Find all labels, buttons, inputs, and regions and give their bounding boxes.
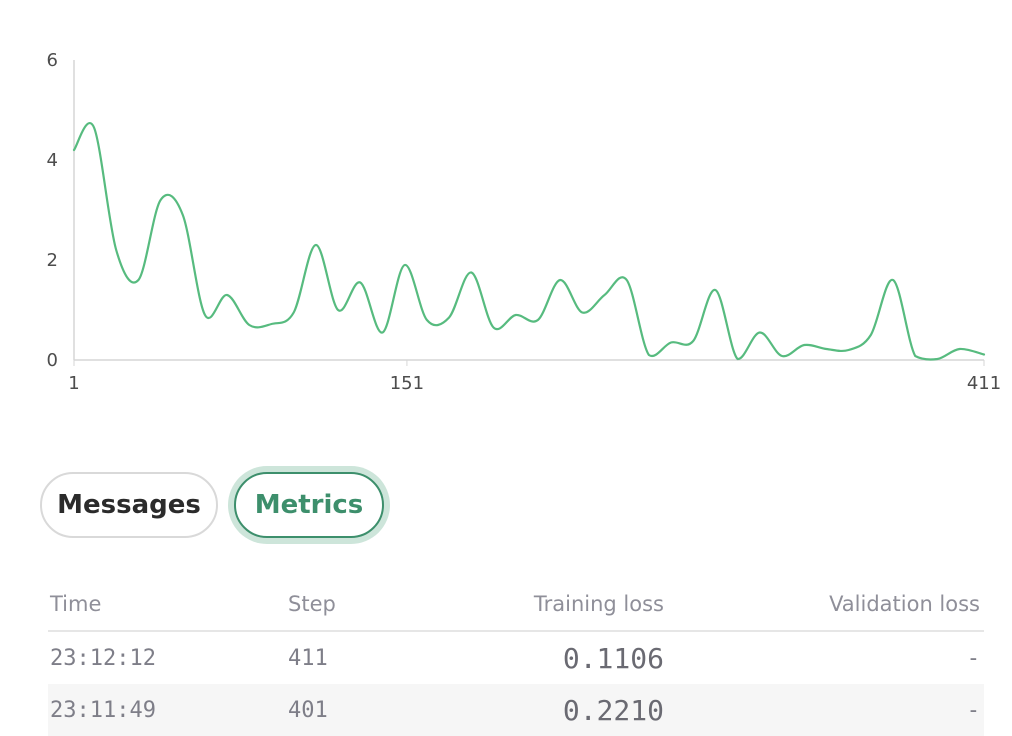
x-tick-label: 411 bbox=[967, 373, 1001, 394]
fine-tuning-metrics-view: 0 2 4 6 1 151 411 Messages Metrics Time Step … bbox=[0, 0, 1012, 736]
y-tick-label: 2 bbox=[47, 250, 58, 271]
table-row: 23:11:49 401 0.2210 - bbox=[48, 684, 984, 736]
tab-messages[interactable]: Messages bbox=[40, 472, 218, 538]
loss-chart: 0 2 4 6 1 151 411 bbox=[47, 50, 1002, 394]
cell-validation-loss: - bbox=[966, 698, 980, 723]
header-step: Step bbox=[288, 592, 336, 616]
y-tick-label: 4 bbox=[47, 150, 58, 171]
metrics-table: Time Step Training loss Validation loss … bbox=[48, 580, 984, 736]
cell-validation-loss: - bbox=[966, 646, 980, 671]
table-header: Time Step Training loss Validation loss bbox=[48, 580, 984, 632]
x-tick-label: 151 bbox=[390, 373, 424, 394]
cell-training-loss: 0.2210 bbox=[562, 694, 664, 727]
y-tick-label: 0 bbox=[47, 350, 58, 371]
training-loss-line bbox=[72, 122, 986, 361]
cell-training-loss: 0.1106 bbox=[562, 642, 664, 675]
header-validation-loss: Validation loss bbox=[829, 592, 980, 616]
cell-step: 401 bbox=[288, 698, 328, 723]
y-tick-label: 6 bbox=[47, 50, 58, 71]
cell-time: 23:11:49 bbox=[50, 698, 156, 723]
cell-step: 411 bbox=[288, 646, 328, 671]
tab-metrics[interactable]: Metrics bbox=[234, 472, 384, 538]
table-row: 23:12:12 411 0.1106 - bbox=[48, 632, 984, 684]
cell-time: 23:12:12 bbox=[50, 646, 156, 671]
header-training-loss: Training loss bbox=[533, 592, 664, 616]
header-time: Time bbox=[50, 592, 102, 616]
x-tick-label: 1 bbox=[68, 373, 79, 394]
